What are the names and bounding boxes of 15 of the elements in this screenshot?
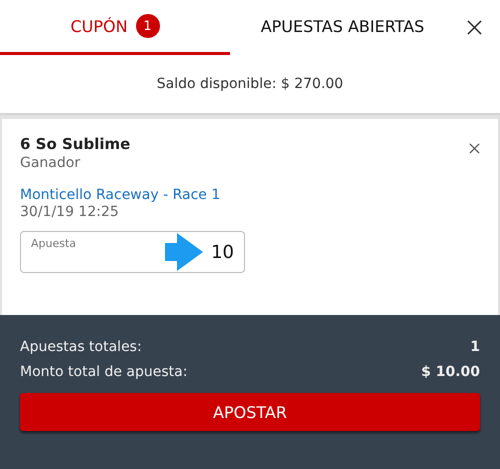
summary-value: $ 10.00 [421, 364, 480, 380]
place-bet-button[interactable]: APOSTAR [20, 393, 480, 431]
summary-label: Monto total de apuesta: [20, 364, 188, 380]
event-datetime: 30/1/19 12:25 [20, 204, 119, 220]
arrow-icon [165, 233, 203, 271]
close-icon[interactable] [469, 143, 480, 154]
summary-label: Apuestas totales: [20, 339, 142, 355]
summary-value: 1 [470, 339, 480, 355]
stake-field[interactable]: Apuesta 10 [20, 231, 245, 273]
balance-text: Saldo disponible: $ 270.00 [156, 76, 344, 92]
event-link[interactable]: Monticello Raceway - Race 1 [20, 187, 220, 203]
market-type: Ganador [20, 155, 80, 171]
count-badge: 1 [136, 14, 160, 38]
selection-name: 6 So Sublime [20, 135, 130, 153]
close-icon[interactable] [467, 20, 482, 35]
